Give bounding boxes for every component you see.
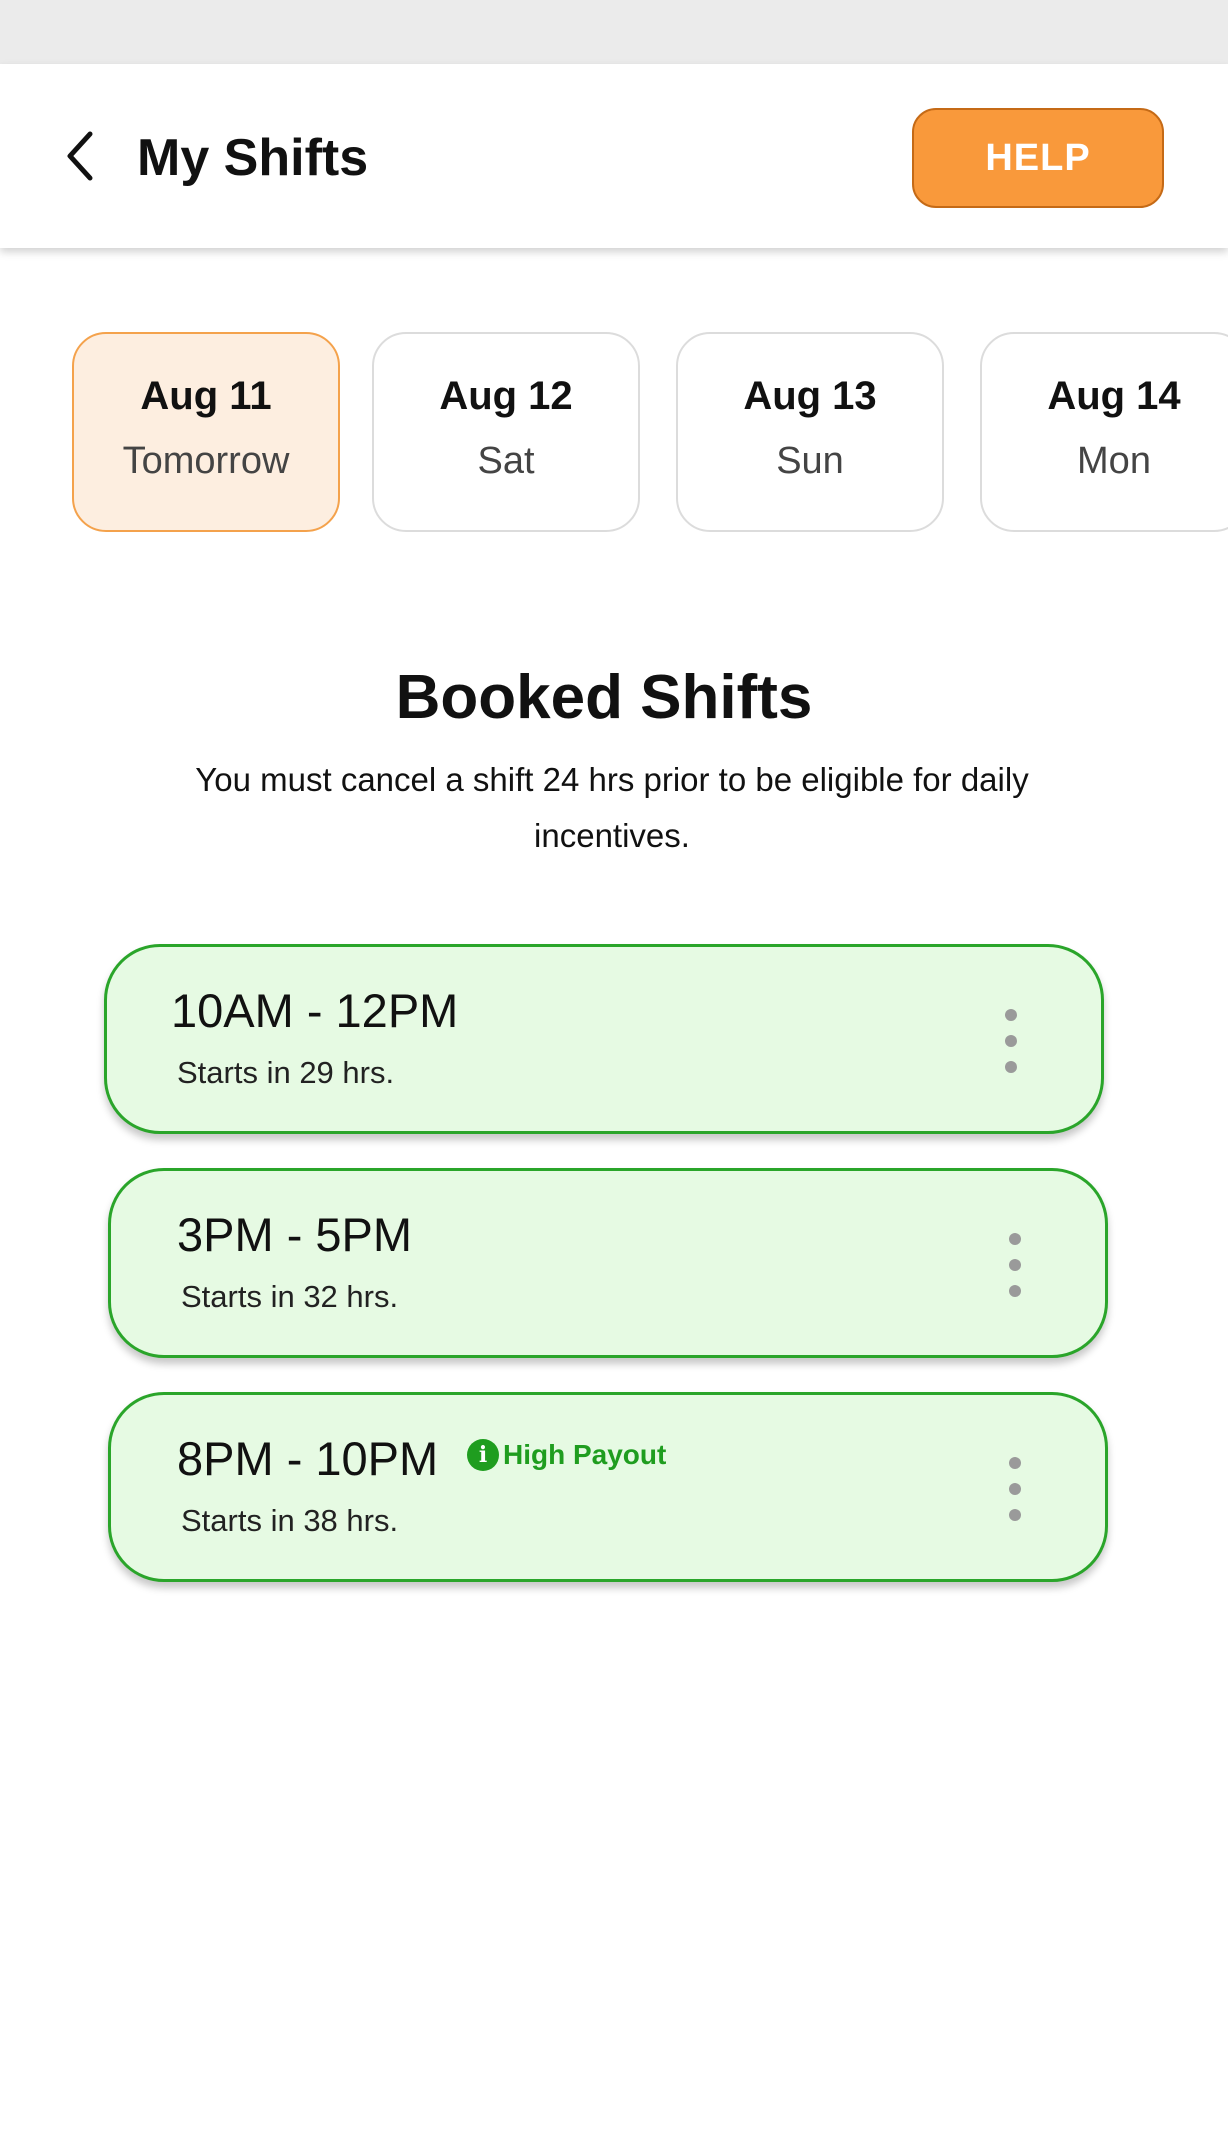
date-label: Aug 14 bbox=[1047, 374, 1181, 418]
more-vertical-icon[interactable] bbox=[1001, 1457, 1029, 1521]
more-vertical-icon[interactable] bbox=[997, 1009, 1025, 1073]
date-tab-aug-12[interactable]: Aug 12 Sat bbox=[372, 332, 640, 532]
day-label: Tomorrow bbox=[122, 440, 290, 482]
date-tab-aug-14[interactable]: Aug 14 Mon bbox=[980, 332, 1228, 532]
shift-time: 8PM - 10PM bbox=[177, 1432, 439, 1485]
section-title: Booked Shifts bbox=[395, 663, 813, 732]
date-tab-aug-13[interactable]: Aug 13 Sun bbox=[676, 332, 944, 532]
cancellation-notice: You must cancel a shift 24 hrs prior to … bbox=[195, 761, 1029, 854]
shift-card[interactable]: 8PM - 10PM Starts in 38 hrs. i High Payo… bbox=[108, 1392, 1108, 1582]
date-tab-aug-11[interactable]: Aug 11 Tomorrow bbox=[72, 332, 340, 532]
more-vertical-icon[interactable] bbox=[1001, 1233, 1029, 1297]
date-label: Aug 13 bbox=[743, 374, 877, 418]
high-payout-badge: i High Payout bbox=[467, 1439, 666, 1471]
badge-label: High Payout bbox=[503, 1439, 667, 1470]
date-selector: Aug 11 Tomorrow Aug 12 Sat Aug 13 Sun Au… bbox=[0, 332, 1228, 532]
day-label: Sun bbox=[776, 440, 844, 482]
shift-time: 10AM - 12PM bbox=[171, 984, 459, 1037]
shift-start-countdown: Starts in 29 hrs. bbox=[177, 1055, 395, 1090]
app-bar: My Shifts HELP bbox=[0, 64, 1228, 248]
shift-start-countdown: Starts in 32 hrs. bbox=[181, 1279, 399, 1314]
day-label: Sat bbox=[477, 440, 535, 482]
chevron-left-icon bbox=[67, 131, 93, 181]
day-label: Mon bbox=[1077, 440, 1151, 482]
back-button[interactable] bbox=[52, 124, 108, 188]
shift-time: 3PM - 5PM bbox=[177, 1208, 413, 1261]
status-bar bbox=[0, 0, 1228, 64]
shift-start-countdown: Starts in 38 hrs. bbox=[181, 1503, 399, 1538]
shift-card[interactable]: 3PM - 5PM Starts in 32 hrs. bbox=[108, 1168, 1108, 1358]
shift-card[interactable]: 10AM - 12PM Starts in 29 hrs. bbox=[104, 944, 1104, 1134]
date-label: Aug 11 bbox=[140, 374, 272, 418]
help-button[interactable]: HELP bbox=[912, 108, 1164, 208]
page-title: My Shifts bbox=[137, 129, 369, 187]
info-icon: i bbox=[467, 1439, 499, 1471]
date-label: Aug 12 bbox=[439, 374, 573, 418]
